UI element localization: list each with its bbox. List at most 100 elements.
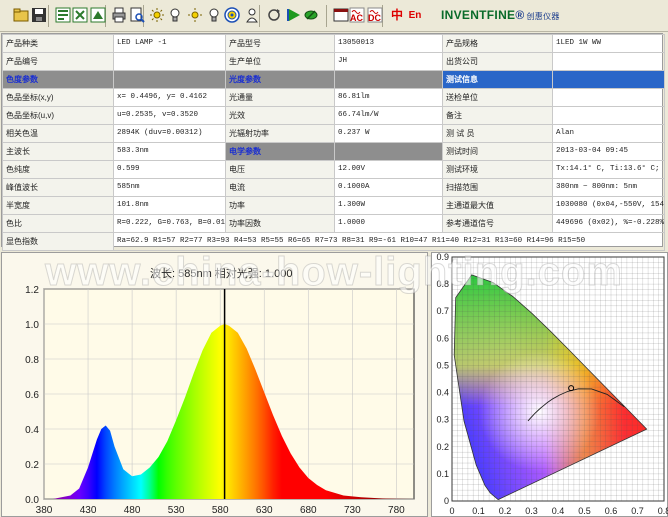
table-row-ra: 显色指数 Ra=62.9 R1=57 R2=77 R3=93 R4=53 R5=5… [2,232,665,251]
lamp-icon[interactable] [148,6,166,24]
y-tick-label: 0.4 [25,425,39,436]
table-label-cell: 出货公司 [442,52,553,71]
table-label-cell: 测试环境 [442,160,553,179]
cie-x-tick-label: 0.3 [525,506,538,516]
open-icon[interactable] [12,6,30,24]
pen-icon[interactable] [302,6,320,24]
table-label-cell: 峰值波长 [2,178,114,197]
table-value-cell: 380nm ~ 800nm: 5nm [552,178,665,197]
table-label-cell: 产品型号 [225,34,335,53]
section-header-cell [552,70,665,89]
table-label-cell: 生产单位 [225,52,335,71]
english-label: En [408,9,422,21]
cie-x-tick-label: 0.7 [631,506,644,516]
table-value-cell: 1LED 1W WW [552,34,665,53]
print-preview-icon[interactable] [128,6,146,24]
table-value-cell: 449696 (0x02), %=-0.228% [552,214,665,233]
target-icon[interactable] [223,6,241,24]
cie-y-tick-label: 0.8 [436,279,449,289]
cie-y-tick-label: 0.5 [436,360,449,370]
app-window: AC DC 中 En INVENTFINE® 创惠仪器 产品种类 LED LAMP -1 产品… [0,0,668,517]
export-icon[interactable] [54,6,72,24]
table-label-cell: 功率因数 [225,214,335,233]
export2-icon[interactable] [89,6,107,24]
table-label-cell: 色纯度 [2,160,114,179]
cie-x-tick-label: 0.5 [578,506,591,516]
chinese-icon[interactable]: 中 [388,6,406,24]
ac-label: AC [350,13,363,23]
user-icon[interactable] [243,6,261,24]
results-table: 产品种类 LED LAMP -1 产品型号 13050013 产品规格 1LED 1W W… [1,33,665,251]
table-row: 峰值波长 585nm 电流 0.1000A 扫描范围 380nm ~ 800nm: 5nm [2,178,665,197]
table-label-cell: 测 试 员 [442,124,553,143]
brand-name: INVENTFINE [441,8,516,22]
toolbar: AC DC 中 En INVENTFINE® 创惠仪器 [0,0,668,32]
table-label-cell: 产品种类 [2,34,114,53]
section-header-cell [113,70,226,89]
cie-x-tick-label: 0 [449,506,454,516]
table-value-cell: 585nm [113,178,226,197]
x-tick-label: 530 [168,505,185,516]
y-tick-label: 1.0 [25,320,39,331]
table-value-cell [113,52,226,71]
table-row: 色比 R=0.222, G=0.763, B=0.016 功率因数 1.0000 参考通… [2,214,665,233]
y-tick-label: 0.6 [25,390,39,401]
save-icon[interactable] [30,6,48,24]
cie-diagram-panel: 0 0.1 0.2 0.3 0.4 0.5 0.6 0.7 0.8 0 0.1 0.2 0.3 0.4 0.… [431,252,668,517]
table-value-cell: Alan [552,124,665,143]
print-icon[interactable] [110,6,128,24]
table-label-cell: 产品规格 [442,34,553,53]
ac-icon[interactable]: AC [348,6,366,24]
section-header-cell [334,70,443,89]
table-value-cell: 2894K (duv=0.00312) [113,124,226,143]
refresh-icon[interactable] [265,6,283,24]
table-label-cell: 色比 [2,214,114,233]
dc-icon[interactable]: DC [366,6,384,24]
cie-x-tick-label: 0.2 [499,506,512,516]
table-value-cell: 13050013 [334,34,443,53]
x-tick-label: 480 [124,505,141,516]
spectrum-readout: 波长: 585nm 相对光强: 1.000 [150,266,292,280]
lamp-power-icon[interactable] [186,6,204,24]
chinese-label: 中 [390,7,403,22]
x-tick-label: 730 [344,505,361,516]
table-value-cell: 1030080 (0x04,-550V, 154) [552,196,665,215]
table-value-cell: x= 0.4496, y= 0.4162 [113,88,226,107]
section-header-cell: 电学参数 [225,142,335,161]
section-header-cell: 测试信息 [442,70,553,89]
table-label-cell: 送检单位 [442,88,553,107]
cie-y-tick-label: 0 [444,496,449,506]
import-icon[interactable] [71,6,89,24]
table-label-cell: 主通道最大值 [442,196,553,215]
cie-chromaticity-chart: 0 0.1 0.2 0.3 0.4 0.5 0.6 0.7 0.8 0 0.1 0.2 0.3 0.4 0.… [436,252,668,516]
y-tick-label: 0.8 [25,355,39,366]
cie-y-tick-label: 0.4 [436,388,449,398]
x-tick-label: 580 [212,505,229,516]
table-value-cell: 86.81lm [334,88,443,107]
spectrum-panel: 波长: 585nm 相对光强: 1.000 380 430 480 530 580 630 6… [1,252,428,517]
table-value-cell: LED LAMP -1 [113,34,226,53]
table-value-cell: 0.599 [113,160,226,179]
section-header-cell: 色度参数 [2,70,114,89]
bulb2-icon[interactable] [205,6,223,24]
toolbar-separator [48,5,49,27]
table-value-cell: 66.74lm/W [334,106,443,125]
cie-x-tick-label: 0.6 [605,506,618,516]
table-value-cell: 1.0000 [334,214,443,233]
section-header-cell: 光度参数 [225,70,335,89]
table-label-cell: 扫描范围 [442,178,553,197]
cie-x-tick-label: 0.8 [658,506,668,516]
table-value-cell: 1.300W [334,196,443,215]
x-tick-label: 380 [36,505,53,516]
play-icon[interactable] [285,6,303,24]
english-icon[interactable]: En [406,6,424,24]
table-row: 半宽度 101.8nm 功率 1.300W 主通道最大值 1030080 (0x04,-5… [2,196,665,215]
table-row: 色度参数 光度参数 测试信息 [2,70,665,89]
table-row: 色品坐标(x,y) x= 0.4496, y= 0.4162 光通量 86.81lm 送… [2,88,665,107]
brand-tm: ® [515,8,525,22]
table-value-cell: 2013-03-04 09:45 [552,142,665,161]
results-grid: 产品种类 LED LAMP -1 产品型号 13050013 产品规格 1LED 1W W… [2,34,665,251]
dc-label: DC [368,13,381,23]
table-row: 产品种类 LED LAMP -1 产品型号 13050013 产品规格 1LED 1W W… [2,34,665,53]
bulb-icon[interactable] [166,6,184,24]
